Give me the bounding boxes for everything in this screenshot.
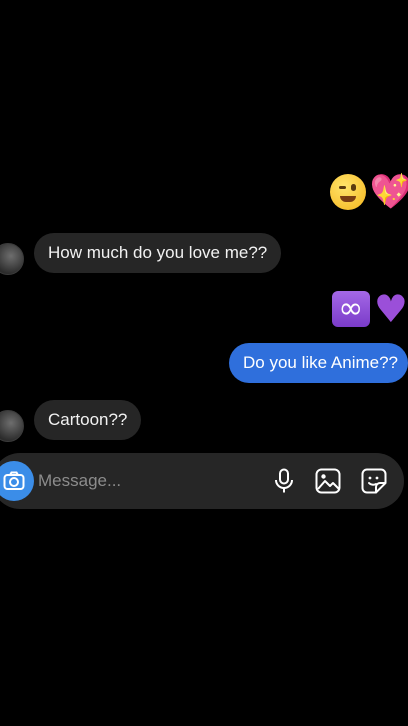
incoming-message-bubble[interactable]: How much do you love me?? (34, 233, 282, 273)
outgoing-message-bubble[interactable]: Do you like Anime?? (229, 343, 408, 383)
avatar[interactable] (0, 410, 24, 442)
camera-icon (3, 471, 25, 490)
emoji-message-row[interactable]: ∞ ♥ (331, 287, 408, 331)
message-input[interactable]: Message... (38, 469, 121, 493)
gallery-icon (315, 468, 341, 494)
emoji-message-row[interactable]: 💖 (329, 172, 408, 212)
camera-button[interactable] (0, 461, 34, 501)
incoming-message-bubble[interactable]: Cartoon?? (34, 400, 142, 440)
sticker-button[interactable] (360, 467, 388, 495)
chat-thread: 💖 How much do you love me?? ∞ ♥ Do you l… (0, 0, 408, 726)
avatar[interactable] (0, 243, 24, 275)
purple-heart-icon: ♥ (373, 287, 408, 331)
microphone-button[interactable] (270, 467, 298, 495)
winking-face-icon (329, 174, 366, 210)
infinity-icon: ∞ (331, 291, 370, 327)
microphone-icon (275, 468, 293, 493)
sticker-icon (361, 468, 387, 494)
gallery-button[interactable] (314, 467, 342, 495)
message-composer: Message... (0, 453, 404, 509)
sparkling-heart-icon: 💖 (369, 172, 408, 212)
